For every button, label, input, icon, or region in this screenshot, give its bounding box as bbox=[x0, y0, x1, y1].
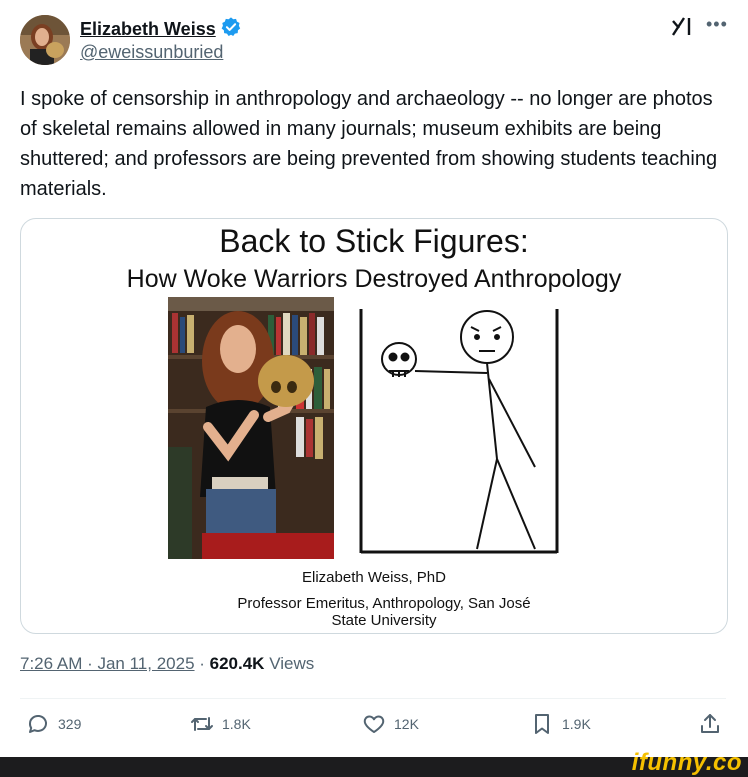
heart-icon bbox=[363, 715, 385, 733]
tweet-text: I spoke of censorship in anthropology an… bbox=[20, 88, 718, 200]
ifunny-watermark: ifunny.co bbox=[631, 749, 742, 776]
like-button[interactable]: 12K bbox=[362, 712, 419, 736]
verified-badge-icon bbox=[220, 16, 242, 43]
photo-woman-holding-skull bbox=[168, 297, 334, 559]
like-count: 12K bbox=[394, 716, 419, 732]
views-label: Views bbox=[264, 654, 315, 673]
bookmark-icon bbox=[535, 714, 549, 734]
tweet-media[interactable]: Back to Stick Figures: How Woke Warriors… bbox=[20, 218, 728, 634]
tweet-meta: 7:26 AM · Jan 11, 2025 · 620.4K Views bbox=[20, 654, 314, 674]
action-bar: 329 1.8K 12K 1.9K bbox=[0, 712, 748, 746]
reply-button[interactable]: 329 bbox=[26, 712, 81, 736]
more-options-icon[interactable]: ••• bbox=[706, 14, 728, 35]
repost-button[interactable]: 1.8K bbox=[190, 712, 251, 736]
slide-title: Back to Stick Figures: bbox=[219, 223, 529, 259]
author-name-row[interactable]: Elizabeth Weiss bbox=[80, 16, 242, 43]
avatar[interactable] bbox=[20, 15, 70, 65]
watermark-bar: ifunny.co bbox=[0, 749, 748, 777]
divider bbox=[20, 698, 726, 699]
author-name[interactable]: Elizabeth Weiss bbox=[80, 19, 216, 40]
bookmark-count: 1.9K bbox=[562, 716, 591, 732]
slide-author: Elizabeth Weiss, PhD bbox=[302, 569, 446, 586]
repost-count: 1.8K bbox=[222, 716, 251, 732]
slide-subtitle: How Woke Warriors Destroyed Anthropology bbox=[126, 265, 622, 293]
stick-figure-drawing bbox=[359, 309, 559, 554]
meta-separator: · bbox=[194, 654, 210, 673]
slide-role: Professor Emeritus, Anthropology, San Jo… bbox=[237, 595, 531, 629]
author-handle[interactable]: @eweissunburied bbox=[80, 42, 223, 63]
bookmark-button[interactable]: 1.9K bbox=[530, 712, 591, 736]
repost-icon bbox=[191, 717, 213, 731]
grok-icon[interactable] bbox=[670, 14, 694, 38]
reply-icon bbox=[28, 715, 47, 733]
views-count: 620.4K bbox=[209, 654, 265, 673]
tweet-timestamp[interactable]: 7:26 AM · Jan 11, 2025 bbox=[20, 654, 195, 673]
share-button[interactable] bbox=[698, 712, 722, 736]
share-icon bbox=[701, 714, 719, 733]
reply-count: 329 bbox=[58, 716, 82, 732]
